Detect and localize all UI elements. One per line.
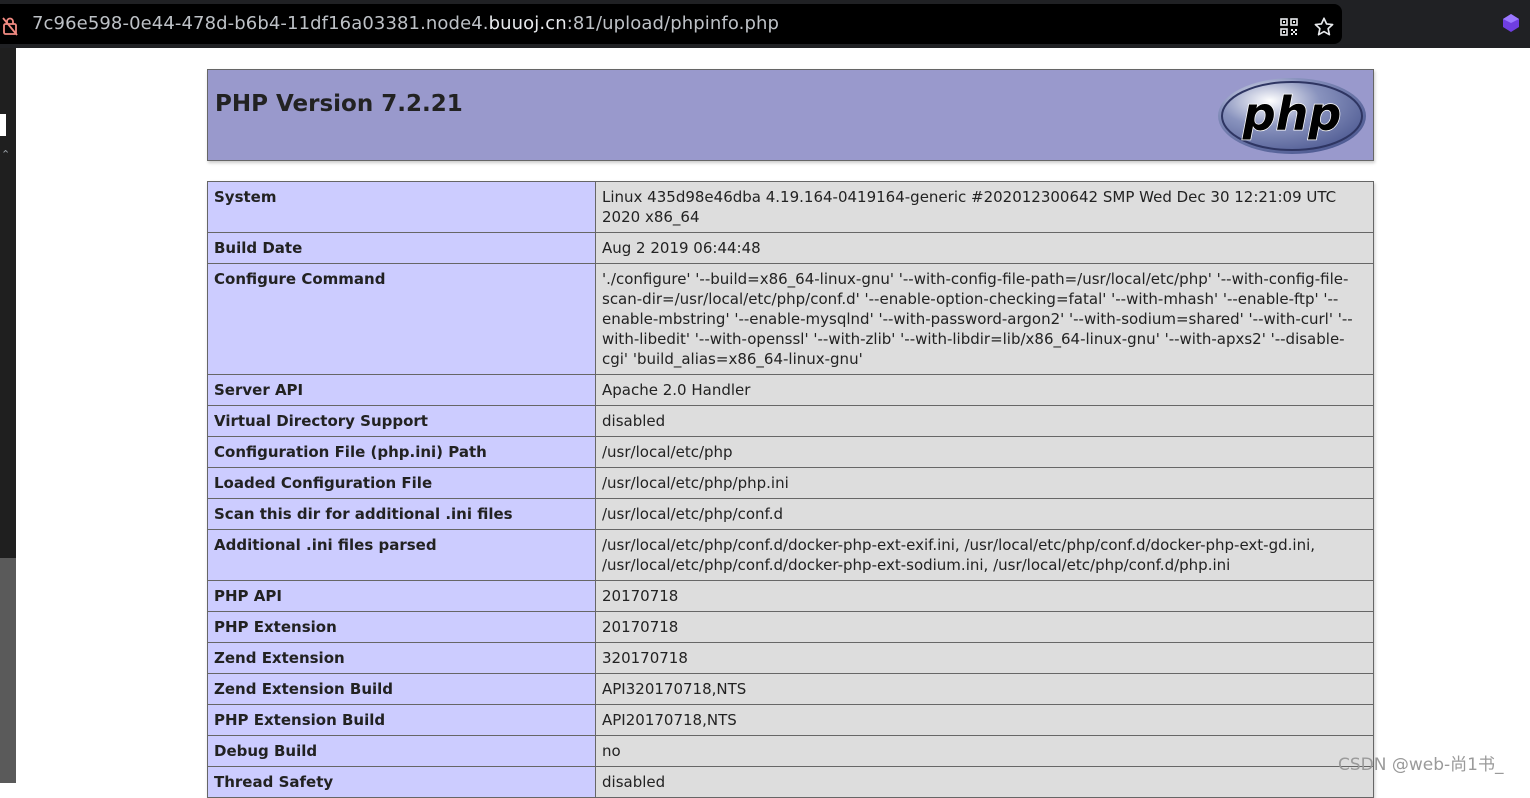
not-secure-lock-icon[interactable] — [2, 16, 18, 36]
phpinfo-table: System Linux 435d98e46dba 4.19.164-041916… — [207, 181, 1374, 798]
table-row: Thread Safety disabled — [207, 766, 1374, 798]
row-value: 20170718 — [595, 580, 1374, 612]
row-label: Additional .ini files parsed — [207, 529, 596, 581]
table-row: Server API Apache 2.0 Handler — [207, 374, 1374, 406]
row-label: Thread Safety — [207, 766, 596, 798]
row-label: Server API — [207, 374, 596, 406]
row-label: Configuration File (php.ini) Path — [207, 436, 596, 468]
row-value: disabled — [595, 766, 1374, 798]
row-label: Loaded Configuration File — [207, 467, 596, 499]
row-value: API320170718,NTS — [595, 673, 1374, 705]
table-row: PHP Extension Build API20170718,NTS — [207, 704, 1374, 736]
row-value: /usr/local/etc/php/php.ini — [595, 467, 1374, 499]
svg-text:php: php — [1242, 87, 1342, 141]
row-label: PHP Extension Build — [207, 704, 596, 736]
table-row: Configuration File (php.ini) Path/usr/lo… — [207, 436, 1374, 468]
page-title: PHP Version 7.2.21 — [215, 91, 463, 117]
row-value: disabled — [595, 405, 1374, 437]
extension-icon[interactable] — [1500, 12, 1522, 34]
url-suffix: :81/upload/phpinfo.php — [566, 13, 780, 34]
row-value: Apache 2.0 Handler — [595, 374, 1374, 406]
table-row: Virtual Directory Support disabled — [207, 405, 1374, 437]
row-label: PHP Extension — [207, 611, 596, 643]
table-row: Zend Extension 320170718 — [207, 642, 1374, 674]
row-value: Aug 2 2019 06:44:48 — [595, 232, 1374, 264]
bookmark-star-icon[interactable] — [1313, 16, 1335, 38]
row-label: Build Date — [207, 232, 596, 264]
row-label: System — [207, 181, 596, 233]
table-row: Debug Build no — [207, 735, 1374, 767]
row-label: Zend Extension Build — [207, 673, 596, 705]
php-version-header: PHP Version 7.2.21 php — [207, 69, 1374, 161]
table-row: Scan this dir for additional .ini files /… — [207, 498, 1374, 530]
table-row: Build Date Aug 2 2019 06:44:48 — [207, 232, 1374, 264]
side-panel: ⌃ — [0, 48, 16, 783]
row-label: PHP API — [207, 580, 596, 612]
row-value: 20170718 — [595, 611, 1374, 643]
browser-toolbar: 7c96e598-0e44-478d-b6b4-11df16a03381.nod… — [0, 0, 1530, 48]
table-row: PHP API 20170718 — [207, 580, 1374, 612]
php-logo[interactable]: php — [1216, 76, 1368, 156]
qr-code-icon[interactable] — [1280, 18, 1298, 36]
row-label: Scan this dir for additional .ini files — [207, 498, 596, 530]
row-label: Zend Extension — [207, 642, 596, 674]
row-label: Configure Command — [207, 263, 596, 375]
url-prefix: 7c96e598-0e44-478d-b6b4-11df16a03381.nod… — [32, 13, 489, 34]
row-value: no — [595, 735, 1374, 767]
side-panel-scrollbar[interactable] — [0, 558, 16, 783]
address-bar[interactable]: 7c96e598-0e44-478d-b6b4-11df16a03381.nod… — [0, 4, 1342, 44]
table-row: Loaded Configuration File/usr/local/etc/… — [207, 467, 1374, 499]
table-row: Additional .ini files parsed/usr/local/e… — [207, 529, 1374, 581]
table-row: PHP Extension 20170718 — [207, 611, 1374, 643]
row-value: /usr/local/etc/php — [595, 436, 1374, 468]
url-text[interactable]: 7c96e598-0e44-478d-b6b4-11df16a03381.nod… — [32, 13, 779, 35]
csdn-watermark: CSDN @web-尚1书_ — [1338, 755, 1504, 775]
row-label: Virtual Directory Support — [207, 405, 596, 437]
row-value: 320170718 — [595, 642, 1374, 674]
table-row: System Linux 435d98e46dba 4.19.164-041916… — [207, 181, 1374, 233]
row-label: Debug Build — [207, 735, 596, 767]
row-value: Linux 435d98e46dba 4.19.164-0419164-gene… — [595, 181, 1374, 233]
chevron-up-icon[interactable]: ⌃ — [1, 148, 10, 161]
row-value: /usr/local/etc/php/conf.d — [595, 498, 1374, 530]
table-row: Configure Command './configure' '--build=… — [207, 263, 1374, 375]
table-row: Zend Extension Build API320170718,NTS — [207, 673, 1374, 705]
url-host: buuoj.cn — [488, 13, 567, 34]
side-panel-marker — [0, 114, 6, 136]
row-value: './configure' '--build=x86_64-linux-gnu'… — [595, 263, 1374, 375]
row-value: API20170718,NTS — [595, 704, 1374, 736]
row-value: /usr/local/etc/php/conf.d/docker-php-ext… — [595, 529, 1374, 581]
